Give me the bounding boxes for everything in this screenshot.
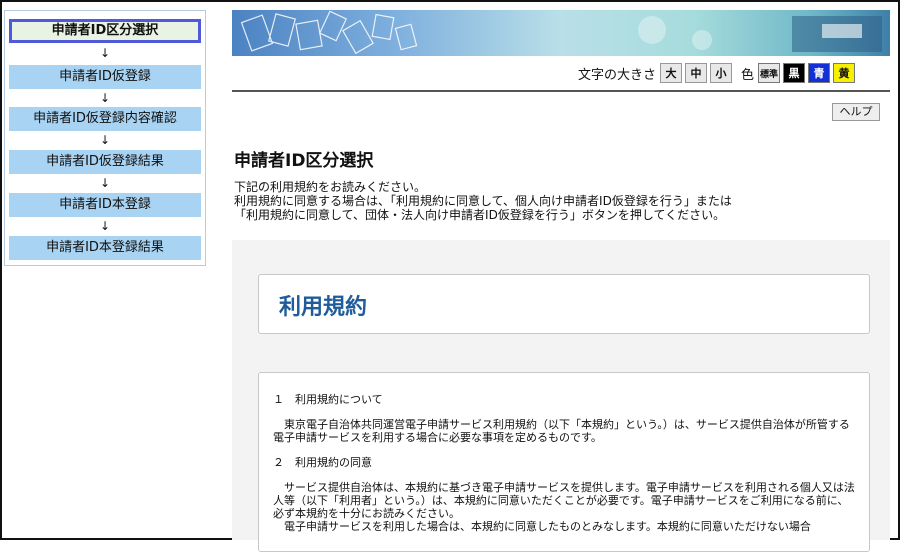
step-arrow: ↓ (99, 133, 111, 147)
intro-line: 「利用規約に同意して、団体・法人向け申請者ID仮登録を行う」ボタンを押してくださ… (234, 208, 726, 222)
intro-text: 下記の利用規約をお読みください。 利用規約に同意する場合は、「利用規約に同意して… (234, 180, 732, 222)
terms-paragraph: 電子申請サービスを利用した場合は、本規約に同意したものとみなします。本規約に同意… (284, 520, 811, 533)
color-blue-button[interactable]: 青 (808, 63, 831, 83)
step-arrow: ↓ (99, 219, 111, 233)
step-temp-register: 申請者ID仮登録 (9, 65, 201, 89)
header-banner-image (232, 10, 890, 56)
step-sidebar: 申請者ID区分選択 ↓ 申請者ID仮登録 ↓ 申請者ID仮登録内容確認 ↓ 申請… (4, 10, 206, 266)
step-id-type-select: 申請者ID区分選択 (9, 19, 201, 43)
font-size-medium-button[interactable]: 中 (685, 63, 708, 83)
intro-line: 下記の利用規約をお読みください。 (234, 180, 427, 194)
font-size-label: 文字の大きさ (578, 67, 657, 83)
color-label: 色 (741, 67, 755, 83)
header-divider (232, 90, 890, 92)
step-temp-confirm: 申請者ID仮登録内容確認 (9, 107, 201, 131)
color-standard-button[interactable]: 標準 (758, 63, 781, 83)
page-title: 申請者ID区分選択 (234, 151, 374, 171)
step-arrow: ↓ (99, 91, 111, 105)
intro-line: 利用規約に同意する場合は、「利用規約に同意して、個人向け申請者ID仮登録を行う」… (234, 194, 732, 208)
terms-section-title: １ 利用規約について (273, 393, 383, 406)
terms-paragraph: サービス提供自治体は、本規約に基づき電子申請サービスを提供します。電子申請サービ… (273, 481, 855, 520)
step-arrow: ↓ (99, 46, 111, 60)
terms-section: 利用規約 １ 利用規約について 東京電子自治体共同運営電子申請サービス利用規約（… (232, 240, 890, 552)
font-size-large-button[interactable]: 大 (660, 63, 683, 83)
step-full-register: 申請者ID本登録 (9, 193, 201, 217)
color-yellow-button[interactable]: 黄 (833, 63, 856, 83)
terms-scroll-area[interactable]: １ 利用規約について 東京電子自治体共同運営電子申請サービス利用規約（以下「本規… (258, 372, 870, 552)
terms-heading: 利用規約 (279, 295, 368, 320)
step-full-result: 申請者ID本登録結果 (9, 236, 201, 260)
font-size-small-button[interactable]: 小 (710, 63, 733, 83)
display-controls: 文字の大きさ 大 中 小 色 標準 黒 青 黄 (578, 60, 858, 86)
terms-heading-box: 利用規約 (258, 274, 870, 334)
terms-section-title: ２ 利用規約の同意 (273, 456, 372, 469)
terms-paragraph: 東京電子自治体共同運営電子申請サービス利用規約（以下「本規約」という。）は、サー… (273, 418, 850, 444)
help-button[interactable]: ヘルプ (832, 103, 880, 121)
step-temp-result: 申請者ID仮登録結果 (9, 150, 201, 174)
step-arrow: ↓ (99, 176, 111, 190)
color-black-button[interactable]: 黒 (783, 63, 806, 83)
